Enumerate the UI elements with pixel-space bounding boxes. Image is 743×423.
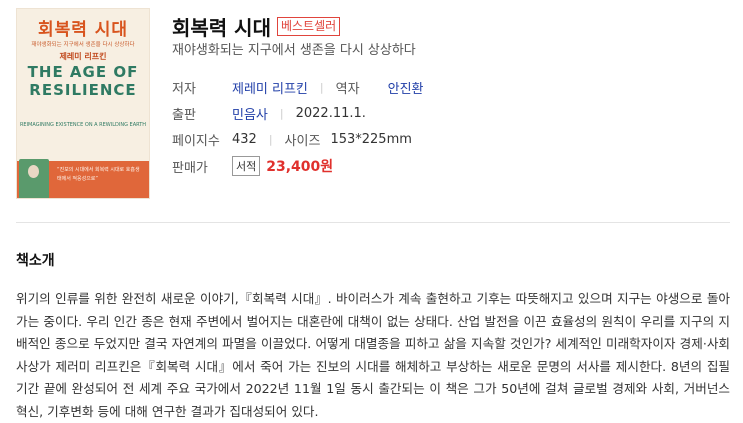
cover-subtitle-ko: 재야생화되는 지구에서 생존을 다시 상상하다 — [31, 42, 135, 48]
section-divider — [16, 222, 730, 223]
translator-link[interactable]: 안진환 — [388, 78, 424, 97]
pages-value: 432 — [232, 132, 257, 147]
book-cover-image[interactable]: 회복력 시대 재야생화되는 지구에서 생존을 다시 상상하다 제레미 리프킨 T… — [16, 8, 150, 199]
cover-title-en: THE AGE OF RESILIENCE — [27, 63, 139, 99]
book-title: 회복력 시대 — [172, 16, 271, 40]
cover-subtitle-en: REIMAGINING EXISTENCE ON A REWILDING EAR… — [19, 122, 147, 128]
divider-bar: | — [319, 81, 324, 94]
author-row: 저자 제레미 리프킨 | 역자 안진환 — [172, 78, 424, 97]
publisher-row: 출판 민음사 | 2022.11.1. — [172, 104, 366, 123]
pages-row: 페이지수 432 | 사이즈 153*225mm — [172, 130, 412, 149]
publish-date: 2022.11.1. — [295, 106, 366, 121]
price-label: 판매가 — [172, 160, 208, 176]
bestseller-badge: 베스트셀러 — [276, 17, 341, 36]
book-subtitle: 재야생화되는 지구에서 생존을 다시 상상하다 — [172, 43, 416, 58]
intro-body: 위기의 인류를 위한 완전히 새로운 이야기,『회복력 시대』. 바이러스가 계… — [16, 291, 731, 419]
author-link[interactable]: 제레미 리프킨 — [232, 78, 308, 97]
title-row: 회복력 시대 베스트셀러 — [172, 12, 341, 41]
cover-title-ko: 회복력 시대 — [37, 20, 129, 40]
pages-label: 페이지수 — [172, 134, 220, 149]
publisher-label: 출판 — [172, 108, 196, 123]
size-label: 사이즈 — [284, 134, 321, 149]
price-row: 판매가 서적 23,400원 — [172, 156, 333, 176]
size-value: 153*225mm — [330, 132, 412, 147]
publisher-link[interactable]: 민음사 — [232, 104, 268, 123]
author-label: 저자 — [172, 82, 196, 97]
store-tag: 서적 — [232, 156, 261, 176]
divider-bar: | — [279, 107, 284, 120]
author-photo — [19, 159, 49, 198]
translator-label: 역자 — [335, 82, 360, 97]
price-value: 23,400원 — [266, 159, 334, 175]
intro-heading: 책소개 — [16, 253, 55, 269]
cover-band-text: “진보의 시대에서 회복력 시대로 호흡생태에서 적응성으로” — [57, 167, 140, 182]
cover-author: 제레미 리프킨 — [59, 52, 107, 61]
divider-bar: | — [268, 133, 273, 146]
